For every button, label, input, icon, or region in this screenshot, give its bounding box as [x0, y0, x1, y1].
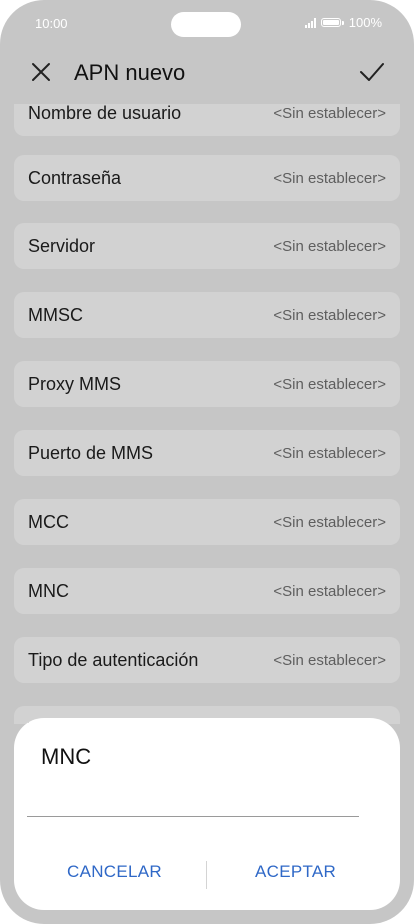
page-title: APN nuevo [74, 60, 186, 85]
row-value: <Sin establecer> [273, 307, 386, 324]
row-value: <Sin establecer> [273, 514, 386, 531]
cancel-button[interactable]: CANCELAR [67, 862, 162, 882]
row-label: Servidor [28, 236, 96, 256]
row-mmsc[interactable]: MMSC <Sin establecer> [14, 292, 400, 338]
battery-cap-icon [341, 20, 344, 25]
row-value: <Sin establecer> [273, 376, 386, 393]
row-server[interactable]: Servidor <Sin establecer> [14, 223, 400, 269]
check-icon[interactable] [358, 60, 386, 84]
row-label: MNC [28, 581, 69, 601]
row-value: <Sin establecer> [273, 652, 386, 669]
row-label: Contraseña [28, 168, 122, 188]
app-header: APN nuevo [0, 48, 414, 104]
row-mnc[interactable]: MNC <Sin establecer> [14, 568, 400, 614]
row-label: MMSC [28, 305, 83, 325]
row-password[interactable]: Contraseña <Sin establecer> [14, 155, 400, 201]
row-auth-type[interactable]: Tipo de autenticación <Sin establecer> [14, 637, 400, 683]
row-label: Proxy MMS [28, 374, 122, 394]
mnc-input[interactable] [27, 780, 359, 817]
camera-pill [171, 12, 241, 37]
row-value: <Sin establecer> [273, 105, 386, 122]
battery-percent: 100% [348, 15, 382, 30]
row-value: <Sin establecer> [273, 238, 386, 255]
button-divider [206, 861, 207, 889]
row-label: Nombre de usuario [28, 104, 182, 123]
accept-button[interactable]: ACEPTAR [255, 862, 336, 882]
battery-icon [320, 18, 341, 27]
status-bar: 10:00 100% [0, 0, 414, 48]
row-label: Tipo de autenticación [28, 650, 199, 670]
row-mms-port[interactable]: Puerto de MMS <Sin establecer> [14, 430, 400, 476]
row-mcc[interactable]: MCC <Sin establecer> [14, 499, 400, 545]
row-label: MCC [28, 512, 69, 532]
phone-screen: 10:00 100% APN nuevo Nombre de usuario <… [0, 0, 414, 924]
apn-settings-list: Nombre de usuario <Sin establecer> Contr… [0, 104, 414, 724]
row-label: Puerto de MMS [28, 443, 154, 463]
row-value: <Sin establecer> [273, 583, 386, 600]
row-value: <Sin establecer> [273, 170, 386, 187]
dialog-title: MNC [41, 744, 92, 769]
status-indicators: 100% [304, 15, 382, 30]
row-mms-proxy[interactable]: Proxy MMS <Sin establecer> [14, 361, 400, 407]
signal-icon [304, 17, 316, 28]
status-time: 10:00 [35, 16, 68, 31]
close-icon[interactable] [29, 60, 53, 84]
row-value: <Sin establecer> [273, 445, 386, 462]
row-username[interactable]: Nombre de usuario <Sin establecer> [14, 104, 400, 136]
